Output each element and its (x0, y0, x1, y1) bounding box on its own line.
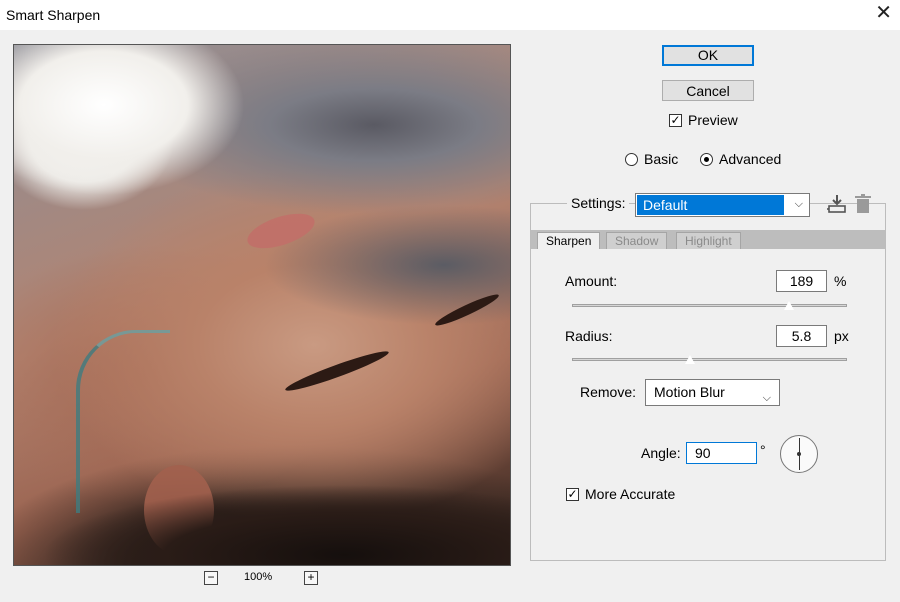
remove-value: Motion Blur (654, 384, 725, 400)
advanced-label: Advanced (719, 151, 782, 167)
more-accurate-checkbox[interactable]: ✓ (566, 488, 579, 501)
radius-slider-thumb[interactable] (684, 354, 697, 365)
window-title: Smart Sharpen (6, 7, 101, 23)
image-preview[interactable] (13, 44, 511, 566)
preview-label: Preview (688, 112, 738, 128)
radius-label: Radius: (565, 328, 613, 344)
remove-dropdown[interactable]: Motion Blur ⌵ (645, 379, 780, 406)
close-icon[interactable]: ✕ (875, 3, 892, 23)
tab-highlight[interactable]: Highlight (676, 232, 741, 249)
angle-label: Angle: (641, 445, 681, 461)
radius-slider-track[interactable] (572, 358, 847, 361)
settings-value: Default (637, 195, 784, 215)
zoom-out-button[interactable]: − (204, 571, 218, 585)
remove-label: Remove: (580, 384, 637, 400)
title-bar: Smart Sharpen ✕ (0, 0, 900, 30)
angle-field[interactable]: 90 (686, 442, 757, 464)
ok-button[interactable]: OK (662, 45, 754, 66)
trash-icon[interactable] (855, 194, 871, 219)
zoom-in-button[interactable]: + (304, 571, 318, 585)
amount-label: Amount: (565, 273, 618, 289)
settings-label: Settings: (567, 195, 630, 211)
preview-eye (433, 290, 501, 330)
radius-unit: px (834, 328, 849, 344)
chevron-down-icon: ⌵ (762, 392, 771, 404)
zoom-level: 100% (244, 571, 273, 583)
preview-lips (243, 206, 319, 256)
cancel-button[interactable]: Cancel (662, 80, 754, 101)
preview-checkbox[interactable]: ✓ (669, 114, 682, 127)
preview-hair (14, 475, 510, 565)
advanced-radio[interactable] (700, 153, 713, 166)
amount-unit: % (834, 273, 847, 289)
preview-eye (283, 346, 391, 396)
settings-dropdown[interactable]: Default ⌵ (635, 193, 810, 217)
basic-label: Basic (644, 151, 679, 167)
more-accurate-label: More Accurate (585, 486, 676, 502)
tab-sharpen[interactable]: Sharpen (537, 232, 601, 249)
radius-field[interactable]: 5.8 (776, 325, 827, 347)
amount-field[interactable]: 189 (776, 270, 827, 292)
amount-slider-thumb[interactable] (783, 300, 796, 311)
preview-shirt (14, 45, 244, 195)
angle-unit: ° (760, 442, 766, 458)
angle-dial[interactable] (780, 435, 818, 473)
save-preset-icon[interactable] (826, 193, 848, 220)
amount-slider-track[interactable] (572, 304, 847, 307)
basic-radio[interactable] (625, 153, 638, 166)
chevron-down-icon: ⌵ (794, 198, 803, 210)
tab-shadow[interactable]: Shadow (606, 232, 668, 249)
